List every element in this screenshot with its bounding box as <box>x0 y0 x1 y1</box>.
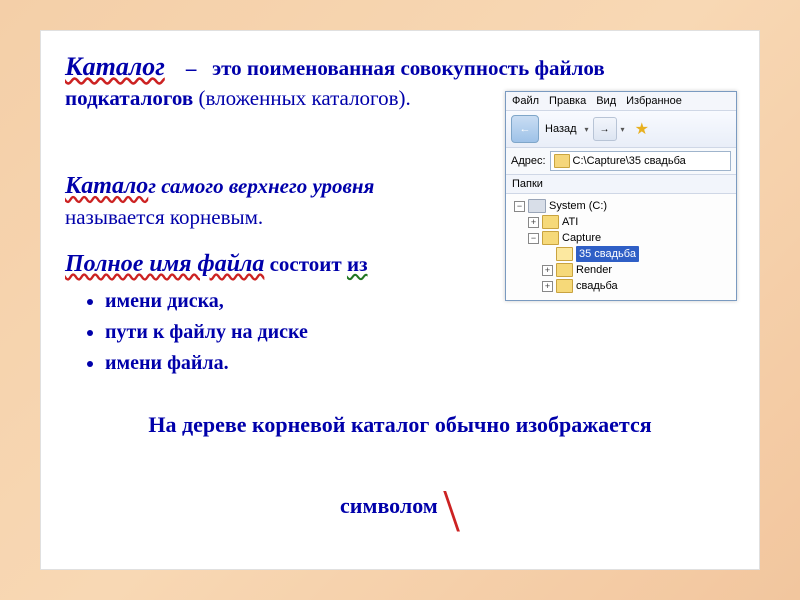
term-fullname: Полное имя файла <box>65 251 264 277</box>
back-button[interactable]: ← <box>511 115 539 143</box>
term-root-2: г самого верхнего уровня <box>148 174 374 198</box>
folder-icon <box>554 154 570 168</box>
list-item: пути к файлу на диске <box>105 317 735 348</box>
term-catalog: Каталог <box>65 52 165 81</box>
tree-node-capture[interactable]: − Capture <box>510 230 732 246</box>
consists-word: состоит <box>264 252 347 276</box>
forward-caret-icon[interactable]: ▾ <box>621 125 625 134</box>
explorer-toolbar: ← Назад ▾ → ▾ ★ <box>506 111 736 148</box>
back-caret-icon[interactable]: ▾ <box>585 125 589 134</box>
address-path: C:\Capture\35 свадьба <box>573 155 686 167</box>
menu-file[interactable]: Файл <box>512 95 539 107</box>
tree-node-root[interactable]: − System (C:) <box>510 198 732 214</box>
def-text-1: это поименованная совокупность файлов <box>212 56 605 80</box>
forward-button[interactable]: → <box>593 117 617 141</box>
folder-tree: − System (C:) + ATI − Capture 35 свадьба… <box>506 194 736 300</box>
address-bar: Адрес: C:\Capture\35 свадьба <box>506 148 736 175</box>
folder-icon <box>556 263 573 277</box>
slide-card: Каталог – это поименованная совокупность… <box>40 30 760 570</box>
explorer-window: Файл Правка Вид Избранное ← Назад ▾ → ▾ … <box>505 91 737 301</box>
bottom-note: На дереве корневой каталог обычно изобра… <box>65 404 735 560</box>
folder-open-icon <box>556 247 573 261</box>
term-root-1: Катало <box>65 173 148 199</box>
menu-favorites[interactable]: Избранное <box>626 95 682 107</box>
def-text-2b: (вложенных каталогов). <box>193 86 411 110</box>
bottom-line-2-pre: символом <box>340 493 443 518</box>
tree-node-ati[interactable]: + ATI <box>510 214 732 230</box>
back-arrow-icon: ← <box>520 123 531 135</box>
tree-node-render[interactable]: + Render <box>510 262 732 278</box>
backslash-symbol: \ <box>443 454 460 568</box>
folder-icon <box>542 231 559 245</box>
def-text-2a: подкаталогов <box>65 86 193 110</box>
drive-icon <box>528 199 546 213</box>
tree-node-selected[interactable]: 35 свадьба <box>510 246 732 262</box>
dash: – <box>186 56 197 80</box>
folders-pane-label: Папки <box>506 175 736 194</box>
menu-view[interactable]: Вид <box>596 95 616 107</box>
tree-label-selected: 35 свадьба <box>576 246 639 262</box>
collapse-icon[interactable]: − <box>514 201 525 212</box>
tree-label: свадьба <box>576 278 618 294</box>
expand-icon[interactable]: + <box>542 265 553 276</box>
search-icon[interactable]: ★ <box>635 119 649 139</box>
tree-label: ATI <box>562 214 578 230</box>
menu-edit[interactable]: Правка <box>549 95 586 107</box>
address-input[interactable]: C:\Capture\35 свадьба <box>550 151 731 171</box>
consists-of: из <box>347 252 368 276</box>
root-text: называется корневым. <box>65 205 263 229</box>
back-label[interactable]: Назад <box>545 123 577 135</box>
explorer-menubar: Файл Правка Вид Избранное <box>506 92 736 111</box>
expand-icon[interactable]: + <box>542 281 553 292</box>
folder-icon <box>556 279 573 293</box>
tree-label: Render <box>576 262 612 278</box>
tree-label: System (C:) <box>549 198 607 214</box>
bottom-line-1: На дереве корневой каталог обычно изобра… <box>65 404 735 446</box>
tree-node-svadba[interactable]: + свадьба <box>510 278 732 294</box>
tree-label: Capture <box>562 230 601 246</box>
list-item: имени файла. <box>105 348 735 379</box>
address-label: Адрес: <box>511 155 546 167</box>
expand-icon[interactable]: + <box>528 217 539 228</box>
forward-arrow-icon: → <box>600 124 610 135</box>
folder-icon <box>542 215 559 229</box>
collapse-icon[interactable]: − <box>528 233 539 244</box>
